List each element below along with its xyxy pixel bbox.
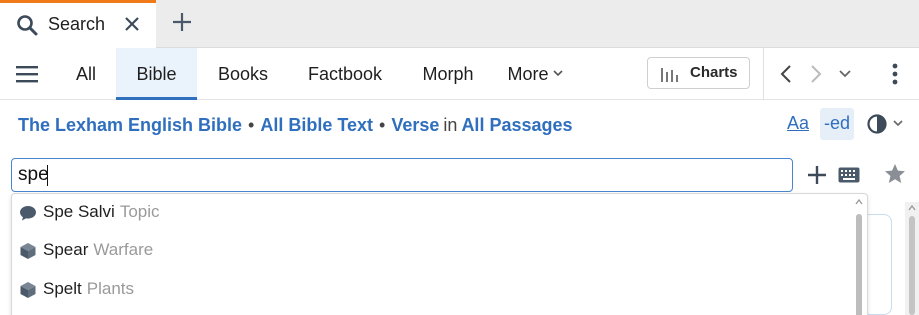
tab-factbook-label: Factbook [307,64,383,84]
charts-label: Charts [690,64,738,81]
chevron-down-icon[interactable] [835,63,855,85]
tab-books[interactable]: Books [207,48,279,100]
suggestion-category: Warfare [93,240,154,259]
chevron-right-icon[interactable] [806,63,826,85]
suggestion-dropdown: Spe Salvi Topic Spear Warfare Spelt Plants [11,193,868,315]
toolbar: All Bible Books Factbook Morph More Char… [0,48,919,100]
tab-more-label: More [507,64,549,84]
in-label: in [443,115,458,135]
text-scope-link[interactable]: All Bible Text [260,115,373,135]
suggestion-category: Topic [119,202,160,221]
separator-dot: • [248,115,255,135]
separator-dot: • [379,115,386,135]
chevron-up-icon [908,204,916,211]
bar-chart-icon [661,68,678,82]
tab-label: Search [48,14,106,34]
divider [763,48,764,100]
suggestion-item[interactable]: Spelt Plants [12,271,852,309]
suggestion-category: Plants [86,279,134,298]
tab-all-label: All [75,64,96,84]
results-scrollbar[interactable] [905,202,919,315]
keyboard-icon[interactable] [838,167,860,183]
speech-bubble-icon [20,206,36,221]
tab-more[interactable]: More [500,48,570,100]
tab-bible-label: Bible [136,64,177,84]
suggestion-label: Spe Salvi Topic [43,202,160,222]
suggestion-name: Spear [43,240,89,259]
search-icon [17,15,38,36]
chevron-down-icon [552,70,563,77]
tab-factbook[interactable]: Factbook [295,48,395,100]
suggestion-label: Spear Warfare [43,240,153,260]
tab-search[interactable]: Search [0,0,156,48]
tab-all[interactable]: All [62,48,110,100]
plus-icon[interactable] [171,11,193,33]
star-icon[interactable] [883,162,907,186]
add-icon[interactable] [807,165,827,185]
text-caret [47,165,48,186]
tab-morph-label: Morph [422,64,474,84]
search-panel: Search All Bible Books Factbook Morph Mo… [0,0,919,315]
scrollbar-thumb[interactable] [909,216,915,315]
search-input[interactable] [11,158,793,192]
resource-link[interactable]: The Lexham English Bible [18,115,242,135]
inflection-button[interactable]: -ed [820,108,854,140]
tab-books-label: Books [217,64,269,84]
suggestion-item[interactable]: Spear Warfare [12,232,852,270]
suggestion-name: Spe Salvi [43,202,115,221]
contrast-icon[interactable] [866,112,908,136]
font-size-button[interactable]: Aa [786,113,810,139]
tab-morph[interactable]: Morph [410,48,486,100]
tab-bible[interactable]: Bible [116,48,197,100]
suggestion-item[interactable]: Spe Salvi Topic [12,194,852,232]
unit-link[interactable]: Verse [391,115,439,135]
range-link[interactable]: All Passages [461,115,572,135]
chevron-up-icon [855,198,863,205]
cube-icon [20,243,36,259]
cube-icon [20,282,36,298]
tab-strip: Search [0,0,919,48]
search-scope: The Lexham English Bible • All Bible Text •… [18,115,573,136]
hamburger-icon[interactable] [16,64,38,84]
suggestion-name: Spelt [43,279,82,298]
kebab-icon[interactable] [889,62,901,86]
scrollbar-thumb[interactable] [856,214,862,315]
suggestion-label: Spelt Plants [43,279,134,299]
close-icon[interactable] [123,15,141,33]
dropdown-scrollbar[interactable] [852,198,866,315]
charts-button[interactable]: Charts [647,57,750,89]
chevron-left-icon[interactable] [776,63,796,85]
